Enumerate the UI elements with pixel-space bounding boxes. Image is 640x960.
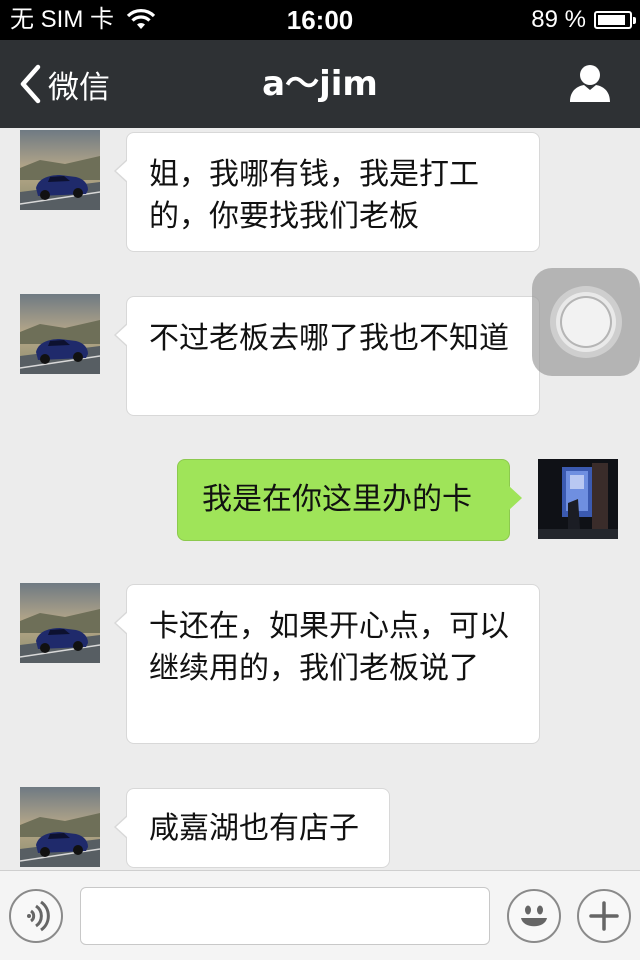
incoming-message-bubble[interactable]: 姐，我哪有钱，我是打工的，你要找我们老板 (114, 132, 540, 252)
profile-button[interactable] (568, 62, 612, 106)
emoji-icon (521, 905, 547, 927)
incoming-message-bubble[interactable]: 咸嘉湖也有店子 (114, 788, 390, 868)
contact-avatar[interactable] (20, 294, 100, 374)
contact-avatar[interactable] (20, 787, 100, 867)
contact-avatar[interactable] (20, 583, 100, 663)
battery-percent: 89 % (531, 6, 586, 33)
message-text: 卡还在，如果开心点，可以继续用的，我们老板说了 (149, 609, 509, 686)
voice-icon (27, 900, 50, 932)
incoming-message-bubble[interactable]: 卡还在，如果开心点，可以继续用的，我们老板说了 (114, 584, 540, 744)
assistive-ring-inner (560, 296, 612, 348)
message-input[interactable] (80, 887, 490, 945)
more-button[interactable] (577, 889, 631, 943)
message-text: 我是在你这里办的卡 (202, 482, 472, 517)
my-avatar[interactable] (538, 459, 618, 539)
person-icon (570, 65, 610, 102)
plus-icon (589, 901, 619, 931)
battery-icon (594, 11, 636, 29)
message-text: 咸嘉湖也有店子 (149, 811, 359, 846)
emoji-button[interactable] (507, 889, 561, 943)
status-right: 89 % (531, 0, 636, 40)
chat-area[interactable]: 姐，我哪有钱，我是打工的，你要找我们老板 不过老板去哪了我也不知道 我是在你这里… (0, 128, 640, 870)
battery-fill (598, 15, 625, 25)
contact-avatar[interactable] (20, 130, 100, 210)
message-text: 不过老板去哪了我也不知道 (149, 321, 509, 356)
navigation-bar: 微信 a～jim (0, 40, 640, 128)
outgoing-message-bubble[interactable]: 我是在你这里办的卡 (177, 459, 522, 541)
input-bar (0, 870, 640, 960)
chat-title: a～jim (262, 64, 378, 104)
message-text: 姐，我哪有钱，我是打工的，你要找我们老板 (149, 157, 479, 234)
voice-button[interactable] (9, 889, 63, 943)
incoming-message-bubble[interactable]: 不过老板去哪了我也不知道 (114, 296, 540, 416)
status-bar: 无 SIM 卡 16:00 89 % (0, 0, 640, 40)
assistive-touch-button[interactable] (532, 268, 640, 376)
